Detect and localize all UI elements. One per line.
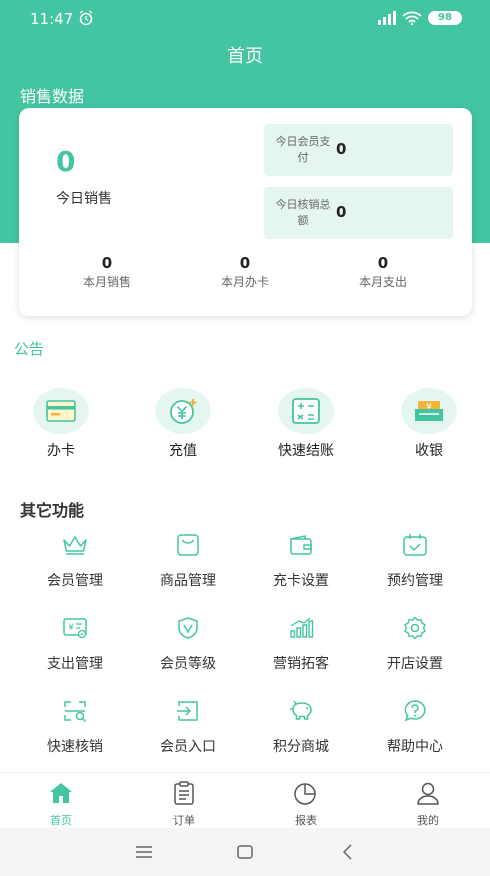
nav-reports[interactable]: 报表 <box>266 781 346 828</box>
nav-orders[interactable]: 订单 <box>144 781 224 828</box>
month-cards-value: 0 <box>239 254 251 272</box>
writeoff-box[interactable]: 今日核销总额 0 <box>264 187 453 239</box>
card-settings-button[interactable]: 充卡设置 <box>251 533 351 590</box>
quick-writeoff-label: 快速核销 <box>47 739 103 755</box>
signal-icon <box>378 11 396 25</box>
product-management-button[interactable]: 商品管理 <box>138 533 238 590</box>
nav-home-label: 首页 <box>50 814 72 827</box>
expense-management-label: 支出管理 <box>47 656 103 672</box>
store-settings-button[interactable]: 开店设置 <box>365 616 465 673</box>
quick-checkout-button[interactable]: 快速结账 <box>256 388 356 460</box>
writeoff-value: 0 <box>336 203 347 221</box>
menu-icon[interactable] <box>132 842 156 862</box>
home-icon <box>50 783 72 803</box>
nav-reports-label: 报表 <box>295 814 317 827</box>
card-settings-label: 充卡设置 <box>273 573 329 589</box>
notice-title[interactable]: 公告 <box>14 338 44 359</box>
nav-profile-label: 我的 <box>417 814 439 827</box>
appointment-management-label: 预约管理 <box>387 573 443 589</box>
expense-icon: ¥ <box>63 618 87 639</box>
member-pay-box[interactable]: 今日会员支付 0 <box>264 124 453 176</box>
calculator-icon <box>292 398 320 424</box>
quick-open-card-button[interactable]: 办卡 <box>11 388 111 460</box>
page-title: 首页 <box>227 46 263 67</box>
home-square-icon[interactable] <box>233 842 257 862</box>
nav-orders-label: 订单 <box>173 814 195 827</box>
month-cards-label: 本月办卡 <box>220 275 269 289</box>
status-time: 11:47 <box>30 10 74 28</box>
quick-open-card-label: 办卡 <box>47 443 75 459</box>
shield-v-icon <box>178 617 198 639</box>
piggy-bank-icon <box>290 700 312 720</box>
expense-management-button[interactable]: ¥ 支出管理 <box>25 616 125 673</box>
marketing-label: 营销拓客 <box>273 656 329 672</box>
month-expense-stat: 0 本月支出 <box>323 254 443 290</box>
member-management-button[interactable]: 会员管理 <box>25 533 125 590</box>
store-settings-label: 开店设置 <box>387 656 443 672</box>
back-icon[interactable] <box>336 842 360 862</box>
pie-chart-icon <box>294 783 316 805</box>
marketing-button[interactable]: 营销拓客 <box>251 616 351 673</box>
member-level-button[interactable]: 会员等级 <box>138 616 238 673</box>
quick-recharge-button[interactable]: 充值 <box>133 388 233 460</box>
status-bar: 11:47 98 <box>0 0 490 38</box>
points-mall-label: 积分商城 <box>273 739 329 755</box>
scan-search-icon <box>64 701 87 723</box>
battery-icon: 98 <box>428 11 462 25</box>
member-pay-label: 今日会员支付 <box>275 135 331 164</box>
wallet-icon <box>290 535 312 555</box>
bottom-nav: 首页 订单 报表 我的 <box>0 772 490 828</box>
alarm-icon <box>79 10 93 26</box>
crown-icon <box>63 536 87 555</box>
today-sales-value: 0 <box>56 145 76 178</box>
calendar-check-icon <box>403 534 427 556</box>
quick-recharge-label: 充值 <box>169 443 197 459</box>
month-sales-value: 0 <box>101 254 113 272</box>
wifi-icon <box>402 11 422 25</box>
cashier-icon: ¥ <box>415 401 443 421</box>
help-center-button[interactable]: 帮助中心 <box>365 699 465 756</box>
svg-text:¥: ¥ <box>68 623 74 633</box>
bag-icon <box>177 534 199 556</box>
product-management-label: 商品管理 <box>160 573 216 589</box>
writeoff-label: 今日核销总额 <box>275 198 331 227</box>
today-sales-label: 今日销售 <box>56 191 112 207</box>
member-level-label: 会员等级 <box>160 656 216 672</box>
quick-checkout-label: 快速结账 <box>278 443 334 459</box>
login-icon <box>177 701 198 721</box>
month-sales-label: 本月销售 <box>82 275 131 289</box>
member-entry-label: 会员入口 <box>160 739 216 755</box>
member-pay-value: 0 <box>336 140 347 158</box>
clipboard-icon <box>174 781 194 805</box>
nav-profile[interactable]: 我的 <box>388 781 468 828</box>
help-center-label: 帮助中心 <box>387 739 443 755</box>
quick-cashier-label: 收银 <box>415 443 443 459</box>
other-functions-title: 其它功能 <box>20 501 85 520</box>
points-mall-button[interactable]: 积分商城 <box>251 699 351 756</box>
quick-cashier-button[interactable]: ¥ 收银 <box>379 388 479 460</box>
bar-chart-icon <box>290 617 314 638</box>
sales-card: 0 今日销售 今日会员支付 0 今日核销总额 0 0 本月销售 0 本月办卡 0… <box>19 108 472 316</box>
appointment-management-button[interactable]: 预约管理 <box>365 533 465 590</box>
month-cards-stat: 0 本月办卡 <box>185 254 305 290</box>
month-expense-label: 本月支出 <box>358 275 407 289</box>
yuan-plus-icon <box>170 399 197 424</box>
user-icon <box>417 782 439 805</box>
help-icon <box>404 700 426 722</box>
member-entry-button[interactable]: 会员入口 <box>138 699 238 756</box>
month-expense-value: 0 <box>377 254 389 272</box>
system-nav-bar <box>0 828 490 876</box>
quick-writeoff-button[interactable]: 快速核销 <box>25 699 125 756</box>
member-management-label: 会员管理 <box>47 573 103 589</box>
sales-section-title: 销售数据 <box>20 87 85 106</box>
gear-icon <box>404 616 426 640</box>
card-icon <box>46 400 76 422</box>
nav-home[interactable]: 首页 <box>21 781 101 828</box>
month-sales-stat: 0 本月销售 <box>47 254 167 290</box>
